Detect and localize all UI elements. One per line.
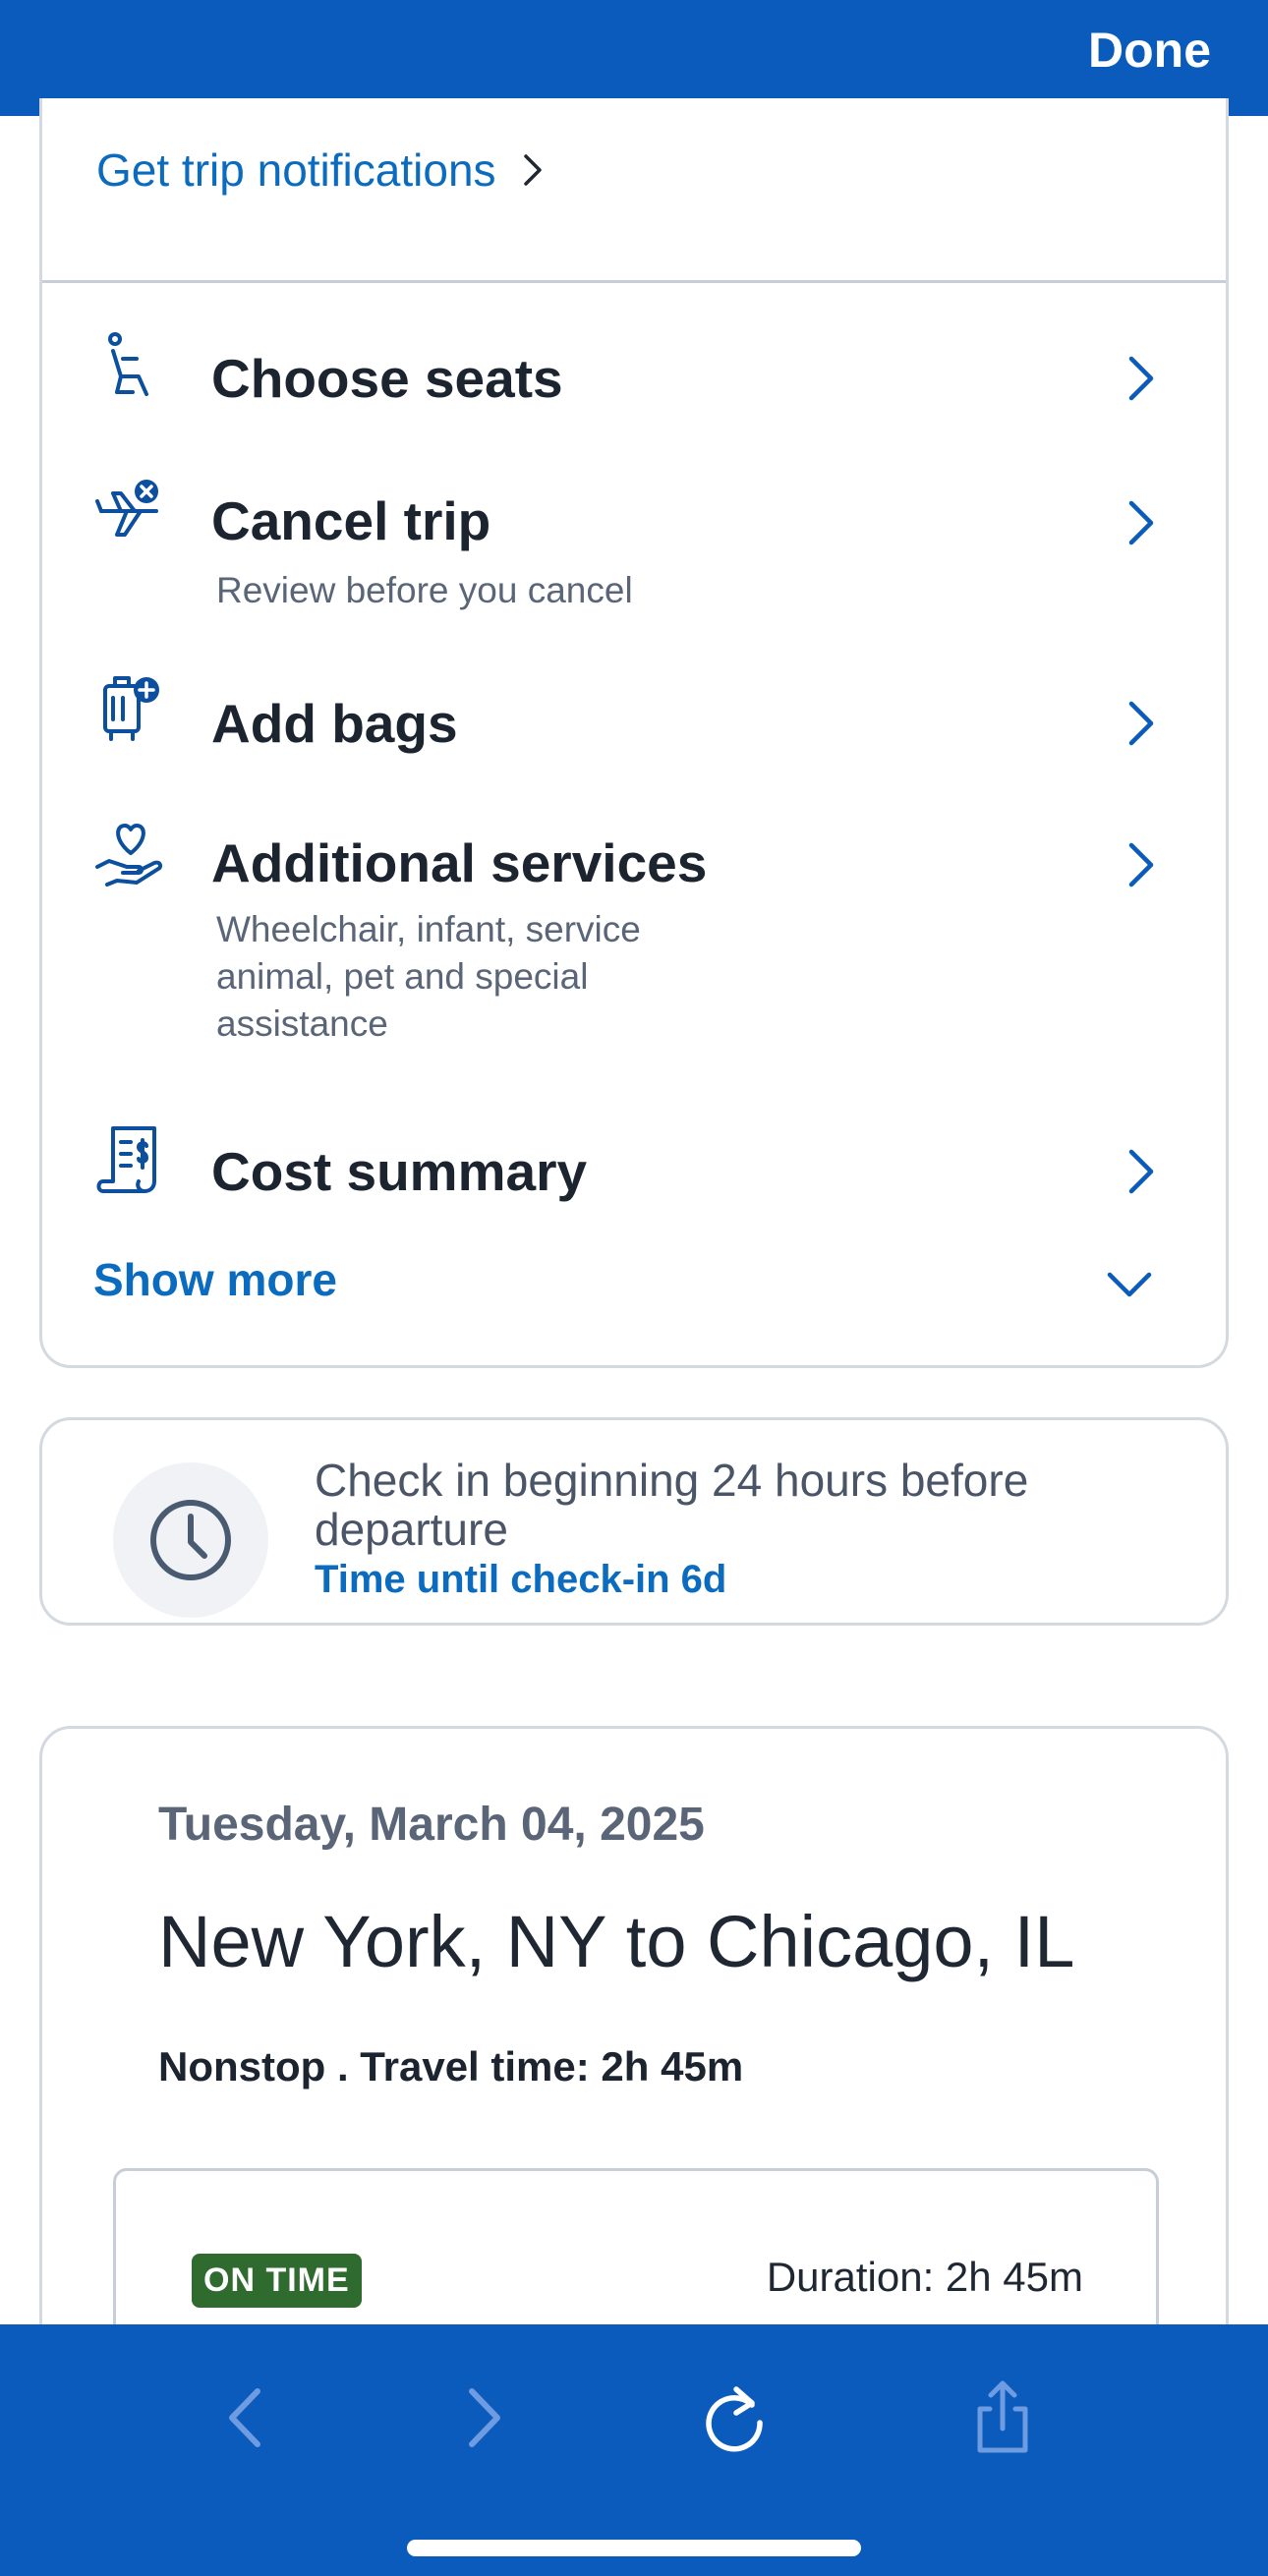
- cost-summary-row[interactable]: Cost summary: [42, 1111, 1226, 1229]
- checkin-countdown: Time until check-in 6d: [315, 1558, 727, 1601]
- flight-date: Tuesday, March 04, 2025: [158, 1799, 705, 1851]
- status-badge: ON TIME: [192, 2254, 362, 2308]
- show-more-button[interactable]: Show more: [93, 1253, 1204, 1322]
- plane-cancel-icon: [95, 480, 158, 537]
- chevron-right-icon: [1128, 842, 1154, 887]
- cancel-trip-title: Cancel trip: [211, 490, 491, 551]
- forward-button[interactable]: [438, 2374, 527, 2462]
- clock-icon: [150, 1500, 231, 1580]
- chevron-right-icon: [1128, 500, 1154, 545]
- chevron-right-icon: [523, 154, 542, 186]
- divider: [42, 280, 1226, 283]
- clock-badge: [113, 1462, 268, 1618]
- chevron-down-icon: [1107, 1272, 1152, 1297]
- cancel-trip-row[interactable]: Cancel trip Review before you cancel: [42, 462, 1226, 610]
- heart-hand-icon: [95, 824, 163, 887]
- reload-icon: [706, 2386, 763, 2452]
- forward-icon: [469, 2388, 500, 2447]
- show-more-label: Show more: [93, 1254, 337, 1305]
- add-bags-row[interactable]: Add bags: [42, 657, 1226, 784]
- choose-seats-row[interactable]: Choose seats: [42, 319, 1226, 437]
- trip-actions-card: Get trip notifications Choose seats Canc…: [39, 98, 1229, 1368]
- trip-notifications-link[interactable]: Get trip notifications: [96, 143, 546, 197]
- back-button[interactable]: [202, 2374, 291, 2462]
- home-indicator: [407, 2540, 861, 2556]
- additional-services-row[interactable]: Additional services Wheelchair, infant, …: [42, 808, 1226, 1142]
- checkin-card: Check in beginning 24 hours before depar…: [39, 1417, 1229, 1626]
- seat-icon: [108, 332, 148, 396]
- done-button[interactable]: Done: [1088, 22, 1211, 79]
- flight-route: New York, NY to Chicago, IL: [158, 1901, 1075, 1982]
- additional-services-subtitle: Wheelchair, infant, service animal, pet …: [216, 909, 641, 1044]
- segment-duration: Duration: 2h 45m: [766, 2254, 1083, 2300]
- trip-notifications-label: Get trip notifications: [96, 144, 496, 196]
- share-button[interactable]: [958, 2374, 1047, 2462]
- share-icon: [977, 2380, 1028, 2453]
- cancel-trip-subtitle: Review before you cancel: [216, 570, 633, 610]
- receipt-icon: [96, 1126, 156, 1193]
- flight-travel-time: Nonstop . Travel time: 2h 45m: [158, 2043, 744, 2089]
- back-icon: [229, 2388, 260, 2447]
- checkin-info-text: Check in beginning 24 hours before depar…: [315, 1455, 1029, 1555]
- chevron-right-icon: [1128, 1149, 1154, 1194]
- cost-summary-title: Cost summary: [211, 1141, 588, 1202]
- chevron-right-icon: [1128, 356, 1154, 401]
- bag-add-icon: [103, 676, 159, 741]
- chevron-right-icon: [1128, 701, 1154, 746]
- additional-services-title: Additional services: [211, 832, 708, 893]
- choose-seats-title: Choose seats: [211, 348, 563, 409]
- browser-toolbar: [0, 2324, 1268, 2576]
- reload-button[interactable]: [691, 2374, 779, 2462]
- add-bags-title: Add bags: [211, 693, 458, 754]
